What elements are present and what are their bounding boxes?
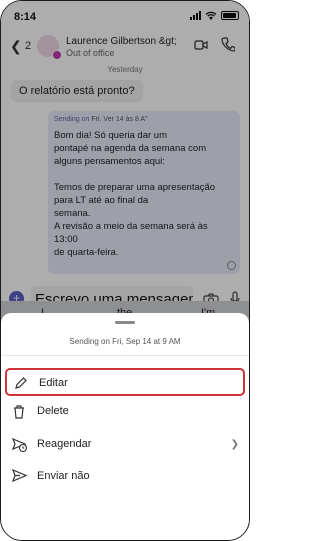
- reschedule-icon: [12, 437, 28, 452]
- send-now-label: Enviar não: [37, 470, 90, 482]
- chat-screen: 8:14 ❮ 2 Laurence Gilbertson &gt; Out of…: [1, 1, 249, 331]
- delete-menu-item[interactable]: Delete: [5, 398, 245, 426]
- sheet-title: Sending on Fri, Sep 14 at 9 AM: [69, 337, 181, 346]
- dim-overlay[interactable]: [1, 1, 249, 331]
- phone-frame: 8:14 ❮ 2 Laurence Gilbertson &gt; Out of…: [0, 0, 250, 541]
- trash-icon: [14, 405, 24, 419]
- reschedule-label: Reagendar: [37, 438, 92, 450]
- pencil-icon: [15, 377, 27, 389]
- send-now-menu-item[interactable]: Enviar não: [5, 463, 245, 491]
- divider: [1, 355, 249, 356]
- action-sheet: Sending on Fri, Sep 14 at 9 AM Editar De…: [1, 313, 249, 540]
- chevron-right-icon: ❯: [230, 439, 239, 450]
- sheet-grabber[interactable]: [115, 321, 135, 324]
- edit-label: Editar: [39, 377, 68, 389]
- edit-menu-item[interactable]: Editar: [5, 368, 245, 396]
- send-icon: [12, 469, 27, 482]
- reschedule-menu-item[interactable]: Reagendar ❯: [5, 431, 245, 459]
- delete-label: Delete: [37, 405, 69, 417]
